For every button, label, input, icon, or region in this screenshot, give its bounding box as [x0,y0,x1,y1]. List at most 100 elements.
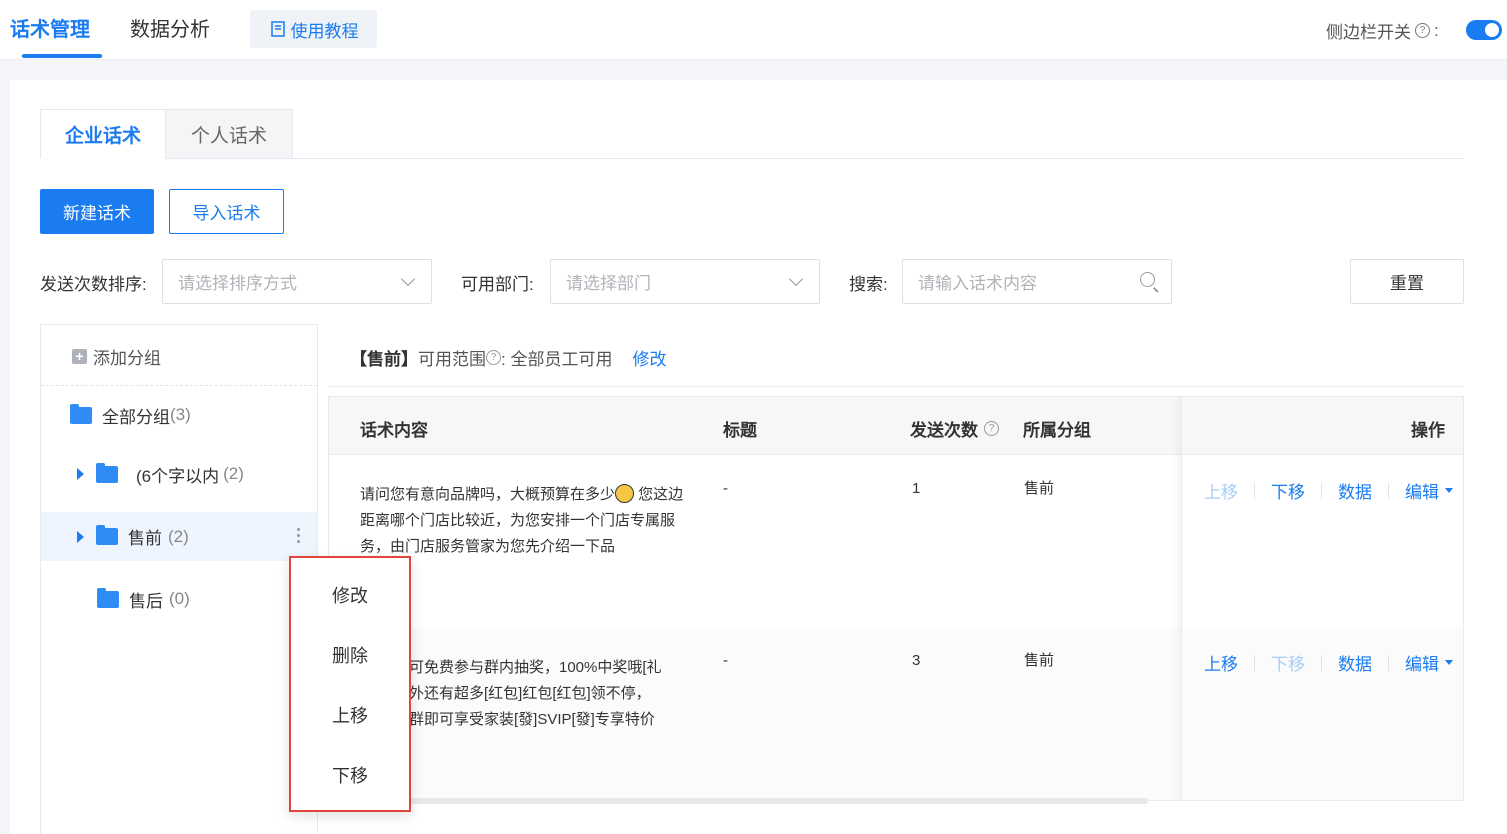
scope-group-tag: 【售前】 [350,350,418,369]
top-nav-bar: 话术管理 数据分析 使用教程 侧边栏开关 ? : [0,0,1507,60]
divider [1321,654,1322,671]
folder-icon [96,525,118,545]
data-link[interactable]: 数据 [1338,478,1372,503]
sidebar-switch-colon: : [1434,20,1439,40]
chevron-down-icon [400,271,416,287]
divider [1321,482,1322,499]
edit-link[interactable]: 编辑 [1405,478,1439,503]
tab-enterprise-scripts[interactable]: 企业话术 [40,109,166,159]
sidebar-toggle[interactable] [1466,20,1502,40]
more-vertical-icon[interactable] [297,528,301,546]
tab-personal-scripts[interactable]: 个人话术 [166,109,293,159]
row-title: - [723,480,728,497]
sidebar-switch-label: 侧边栏开关 ? : [1326,18,1439,43]
sort-label: 发送次数排序: [40,275,147,294]
plus-icon: + [72,349,87,364]
group-name: 全部分组 [102,407,170,427]
new-script-button[interactable]: 新建话术 [40,189,154,234]
group-all[interactable]: 全部分组 (3) [41,391,317,439]
col-title: 标题 [723,421,757,440]
row-operations: 上移 下移 数据 编辑 [1204,650,1453,675]
group-name: 售后 [129,591,163,611]
caret-down-icon[interactable] [1445,660,1453,665]
tab-script-management[interactable]: 话术管理 [10,16,102,58]
row-content: 请问您有意向品牌吗，大概预算在多少 您这边距离哪个门店比较近，为您安排一个门店专… [360,482,690,560]
tab-data-analysis[interactable]: 数据分析 [130,16,210,44]
scripts-table: 话术内容 标题 发送次数 ? 所属分组 操作 请问您有意向品牌吗，大概预算在多少… [328,396,1464,801]
department-select[interactable]: 请选择部门 [550,259,820,304]
group-divider [41,385,317,386]
caret-right-icon[interactable] [77,468,84,480]
data-link[interactable]: 数据 [1338,650,1372,675]
divider [1254,654,1255,671]
caret-right-icon[interactable] [77,530,84,543]
scope-line: 【售前】 可用范围 ? : 全部员工可用 修改 [350,345,666,370]
sidebar-switch-text: 侧边栏开关 [1326,23,1411,42]
search-input[interactable]: 请输入话术内容 [902,259,1172,304]
group-name: 售前 [128,529,162,548]
search-label: 搜索: [849,275,888,294]
chevron-down-icon [788,271,804,287]
add-group-button[interactable]: + 添加分组 [72,344,161,369]
divider [1388,654,1389,671]
col-group: 所属分组 [1023,421,1091,440]
move-up-link[interactable]: 上移 [1204,478,1238,503]
row-content-line: 外还有超多[红包]红包[红包]领不停， [409,685,651,702]
group-name: (6个字以内 [136,466,220,486]
caret-down-icon[interactable] [1445,488,1453,493]
move-down-link[interactable]: 下移 [1271,650,1305,675]
help-icon[interactable]: ? [486,350,501,365]
department-label: 可用部门: [461,275,534,294]
folder-icon [96,462,118,483]
group-count: (2) [168,526,189,546]
scope-edit-link[interactable]: 修改 [632,345,666,370]
department-placeholder: 请选择部门 [566,274,651,293]
col-send-count: 发送次数 ? [910,416,999,441]
menu-item-move-down[interactable]: 下移 [291,762,409,788]
edit-link[interactable]: 编辑 [1405,650,1439,675]
group-item-selected[interactable]: 售前 (2) [41,512,317,561]
horizontal-scrollbar[interactable] [328,798,1148,804]
row-operations: 上移 下移 数据 编辑 [1204,478,1453,503]
group-context-menu: 修改 删除 上移 下移 [289,556,411,812]
scope-label: 可用范围 [418,350,486,369]
folder-icon [70,403,92,424]
import-script-button[interactable]: 导入话术 [169,189,284,234]
smile-emoji-icon [615,484,635,503]
divider [1388,482,1389,499]
help-icon[interactable]: ? [984,421,999,436]
move-up-link[interactable]: 上移 [1204,650,1238,675]
menu-item-delete[interactable]: 删除 [291,642,409,668]
add-group-label: 添加分组 [93,349,161,368]
search-icon[interactable] [1140,272,1155,287]
scope-divider [328,386,1464,387]
search-placeholder: 请输入话术内容 [918,274,1037,293]
group-count: (2) [223,464,244,483]
group-count: (3) [170,405,191,424]
tutorial-button[interactable]: 使用教程 [250,10,377,48]
row-content-line: 可免费参与群内抽奖，100%中奖哦[礼 [409,659,662,676]
row-send-count: 1 [912,480,921,497]
scope-value: : 全部员工可用 [501,350,613,369]
group-item[interactable]: 售后 (0) [41,575,317,623]
row-group: 售前 [1024,652,1055,669]
col-send-count-label: 发送次数 [910,421,978,440]
sort-select[interactable]: 请选择排序方式 [162,259,432,304]
tutorial-label: 使用教程 [290,21,359,41]
row-content: 可免费参与群内抽奖，100%中奖哦[礼 外还有超多[红包]红包[红包]领不停， … [409,655,689,733]
row-title: - [723,652,728,669]
menu-item-move-up[interactable]: 上移 [291,702,409,728]
folder-icon [97,587,119,608]
divider [1254,482,1255,499]
operations-column: 上移 下移 数据 编辑 上移 下移 数据 编辑 [1181,397,1463,800]
group-count: (0) [169,589,190,608]
row-content-text: 请问您有意向品牌吗，大概预算在多少 [360,486,616,503]
row-group: 售前 [1024,480,1055,497]
menu-item-edit[interactable]: 修改 [291,582,409,608]
group-item[interactable]: (6个字以内 (2) [41,450,317,498]
move-down-link[interactable]: 下移 [1271,478,1305,503]
col-content: 话术内容 [360,421,428,440]
help-icon[interactable]: ? [1415,23,1430,38]
row-send-count: 3 [912,652,921,669]
reset-button[interactable]: 重置 [1350,259,1464,304]
